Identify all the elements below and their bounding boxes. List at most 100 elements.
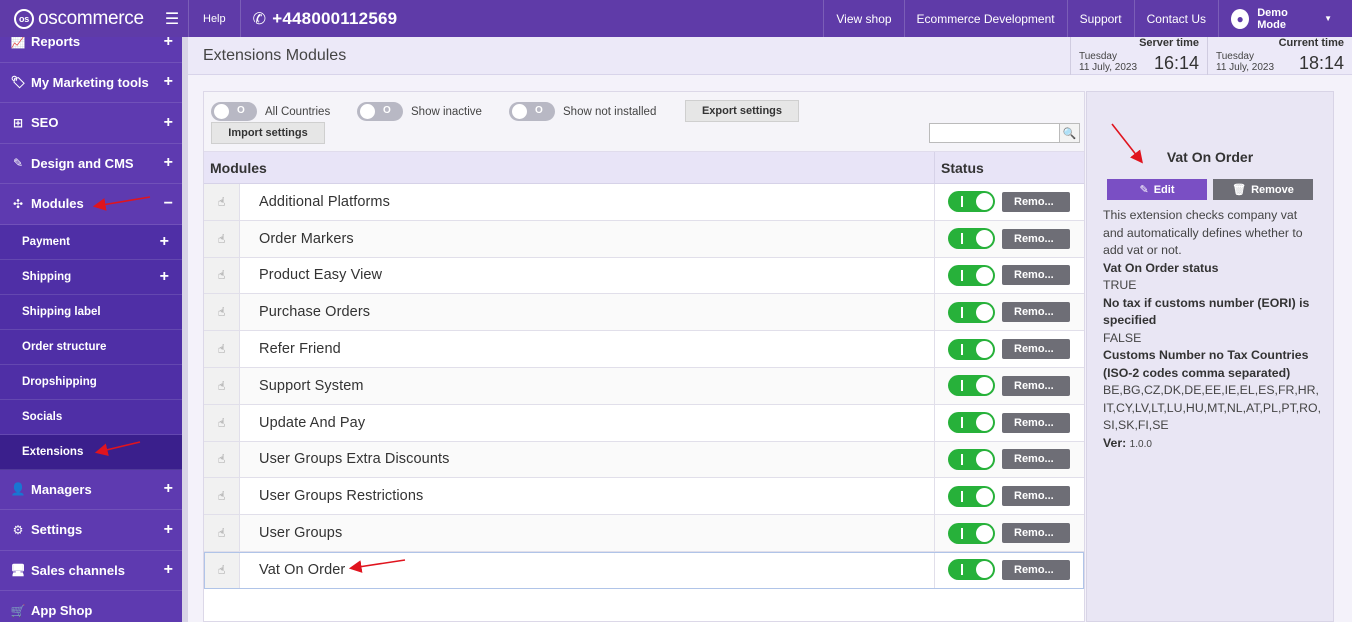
menu-toggle-icon[interactable]: ☰ (160, 0, 184, 37)
drag-handle-icon[interactable]: ☝ (204, 257, 240, 294)
contact-us-link[interactable]: Contact Us (1133, 0, 1218, 37)
sidebar-sub-shipping[interactable]: Shipping + (0, 259, 182, 295)
sidebar-item-design[interactable]: ✎ Design and CMS + (0, 144, 182, 184)
module-name[interactable]: Additional Platforms (240, 184, 935, 220)
module-name[interactable]: User Groups (240, 515, 935, 551)
remove-module-button[interactable]: Remo... (1002, 265, 1070, 286)
column-modules[interactable]: Modules (204, 152, 935, 183)
remove-module-button[interactable]: Remo... (1002, 228, 1070, 249)
expand-icon: + (163, 561, 173, 579)
search-input[interactable] (929, 123, 1060, 143)
remove-module-button[interactable]: Remo... (1002, 191, 1070, 212)
status-toggle[interactable] (948, 191, 995, 213)
status-toggle[interactable] (948, 485, 995, 507)
remove-module-button[interactable]: Remo... (1002, 302, 1070, 323)
module-name[interactable]: Update And Pay (240, 404, 935, 441)
module-name[interactable]: Order Markers (240, 220, 935, 257)
user-menu[interactable]: ● Demo Mode ▼ (1218, 0, 1352, 37)
edit-button[interactable]: ✎ Edit (1107, 179, 1207, 200)
sidebar-item-seo[interactable]: ⊞ SEO + (0, 103, 182, 144)
table-row[interactable]: ☝ Product Easy View Remo... (204, 257, 1084, 295)
search-icon[interactable]: 🔍 (1060, 123, 1080, 143)
remove-module-button[interactable]: Remo... (1002, 412, 1070, 433)
sidebar-item-modules[interactable]: ✣ Modules − (0, 184, 182, 225)
sidebar-item-sales-channels[interactable]: 🖥 Sales channels + (0, 551, 182, 591)
sidebar-item-marketing[interactable]: 🏷 My Marketing tools + (0, 63, 182, 103)
module-name[interactable]: Product Easy View (240, 257, 935, 294)
table-row[interactable]: ☝ User Groups Extra Discounts Remo... (204, 441, 1084, 479)
current-time: Current time Tuesday 11 July, 2023 18:14 (1207, 37, 1352, 75)
drag-handle-icon[interactable]: ☝ (204, 404, 240, 441)
sidebar-sub-label: Extensions (22, 445, 84, 458)
drag-handle-icon[interactable]: ☝ (204, 515, 240, 551)
sidebar-item-settings[interactable]: ⚙ Settings + (0, 510, 182, 551)
table-row[interactable]: ☝ Update And Pay Remo... (204, 404, 1084, 442)
status-toggle[interactable] (948, 448, 995, 470)
remove-module-button[interactable]: Remo... (1002, 486, 1070, 507)
table-row[interactable]: ☝ Support System Remo... (204, 367, 1084, 405)
ecommerce-development-link[interactable]: Ecommerce Development (903, 0, 1067, 37)
table-row[interactable]: ☝ Additional Platforms Remo... (204, 184, 1084, 221)
sidebar-item-label: Reports (31, 37, 81, 50)
import-settings-button[interactable]: Import settings (211, 122, 325, 144)
expand-icon: + (163, 37, 173, 50)
status-toggle[interactable] (948, 412, 995, 434)
help-link[interactable]: Help (189, 0, 240, 37)
drag-handle-icon[interactable]: ☝ (204, 367, 240, 404)
phone-number[interactable]: ✆ +448000112569 (241, 0, 410, 37)
toggle-all-countries[interactable]: O All Countries (211, 102, 330, 121)
sidebar-sub-payment[interactable]: Payment + (0, 224, 182, 260)
remove-module-button[interactable]: Remo... (1002, 339, 1070, 360)
module-name[interactable]: Refer Friend (240, 331, 935, 367)
drag-handle-icon[interactable]: ☝ (204, 478, 240, 515)
module-name[interactable]: Purchase Orders (240, 294, 935, 331)
drag-handle-icon[interactable]: ☝ (204, 441, 240, 478)
table-row[interactable]: ☝ Vat On Order Remo... (204, 551, 1084, 589)
table-row[interactable]: ☝ Purchase Orders Remo... (204, 294, 1084, 332)
module-name[interactable]: User Groups Restrictions (240, 478, 935, 515)
status-toggle[interactable] (948, 264, 995, 286)
drag-handle-icon[interactable]: ☝ (204, 551, 240, 588)
column-status[interactable]: Status (935, 152, 984, 183)
export-settings-button[interactable]: Export settings (685, 100, 799, 122)
current-time-label: Current time (1278, 37, 1344, 49)
sidebar-scrollbar[interactable] (182, 37, 188, 622)
remove-module-button[interactable]: Remo... (1002, 559, 1070, 580)
sidebar-sub-dropshipping[interactable]: Dropshipping (0, 364, 182, 400)
table-row[interactable]: ☝ User Groups Remo... (204, 515, 1084, 552)
module-name[interactable]: Vat On Order (240, 551, 935, 588)
sidebar-sub-shipping-label[interactable]: Shipping label (0, 294, 182, 330)
drag-handle-icon[interactable]: ☝ (204, 184, 240, 220)
status-toggle[interactable] (948, 228, 995, 250)
table-row[interactable]: ☝ Order Markers Remo... (204, 220, 1084, 258)
sidebar-item-managers[interactable]: 👤 Managers + (0, 470, 182, 510)
toggle-show-inactive[interactable]: O Show inactive (357, 102, 482, 121)
remove-module-button[interactable]: Remo... (1002, 375, 1070, 396)
module-name[interactable]: Support System (240, 367, 935, 404)
view-shop-link[interactable]: View shop (823, 0, 903, 37)
drag-handle-icon[interactable]: ☝ (204, 294, 240, 331)
drag-handle-icon[interactable]: ☝ (204, 220, 240, 257)
status-toggle[interactable] (948, 522, 995, 544)
collapse-icon: − (163, 194, 173, 212)
sidebar-sub-socials[interactable]: Socials (0, 399, 182, 435)
sidebar-sub-extensions[interactable]: Extensions (0, 434, 182, 470)
table-row[interactable]: ☝ User Groups Restrictions Remo... (204, 478, 1084, 516)
status-toggle[interactable] (948, 338, 995, 360)
remove-button[interactable]: 🗑 Remove (1213, 179, 1313, 200)
remove-module-button[interactable]: Remo... (1002, 523, 1070, 544)
status-toggle[interactable] (948, 375, 995, 397)
drag-handle-icon[interactable]: ☝ (204, 331, 240, 367)
table-row[interactable]: ☝ Refer Friend Remo... (204, 331, 1084, 368)
status-toggle[interactable] (948, 301, 995, 323)
sidebar-item-reports[interactable]: 📈 Reports + (0, 37, 182, 63)
logo[interactable]: os oscommerce (0, 0, 160, 37)
remove-module-button[interactable]: Remo... (1002, 449, 1070, 470)
sidebar-sub-order-structure[interactable]: Order structure (0, 329, 182, 365)
toggle-show-not-installed[interactable]: O Show not installed (509, 102, 656, 121)
sidebar-item-app-shop[interactable]: 🛒 App Shop (0, 591, 182, 622)
support-link[interactable]: Support (1066, 0, 1134, 37)
module-name[interactable]: User Groups Extra Discounts (240, 441, 935, 478)
server-time: Server time Tuesday 11 July, 2023 16:14 (1070, 37, 1207, 75)
status-toggle[interactable] (948, 559, 995, 581)
